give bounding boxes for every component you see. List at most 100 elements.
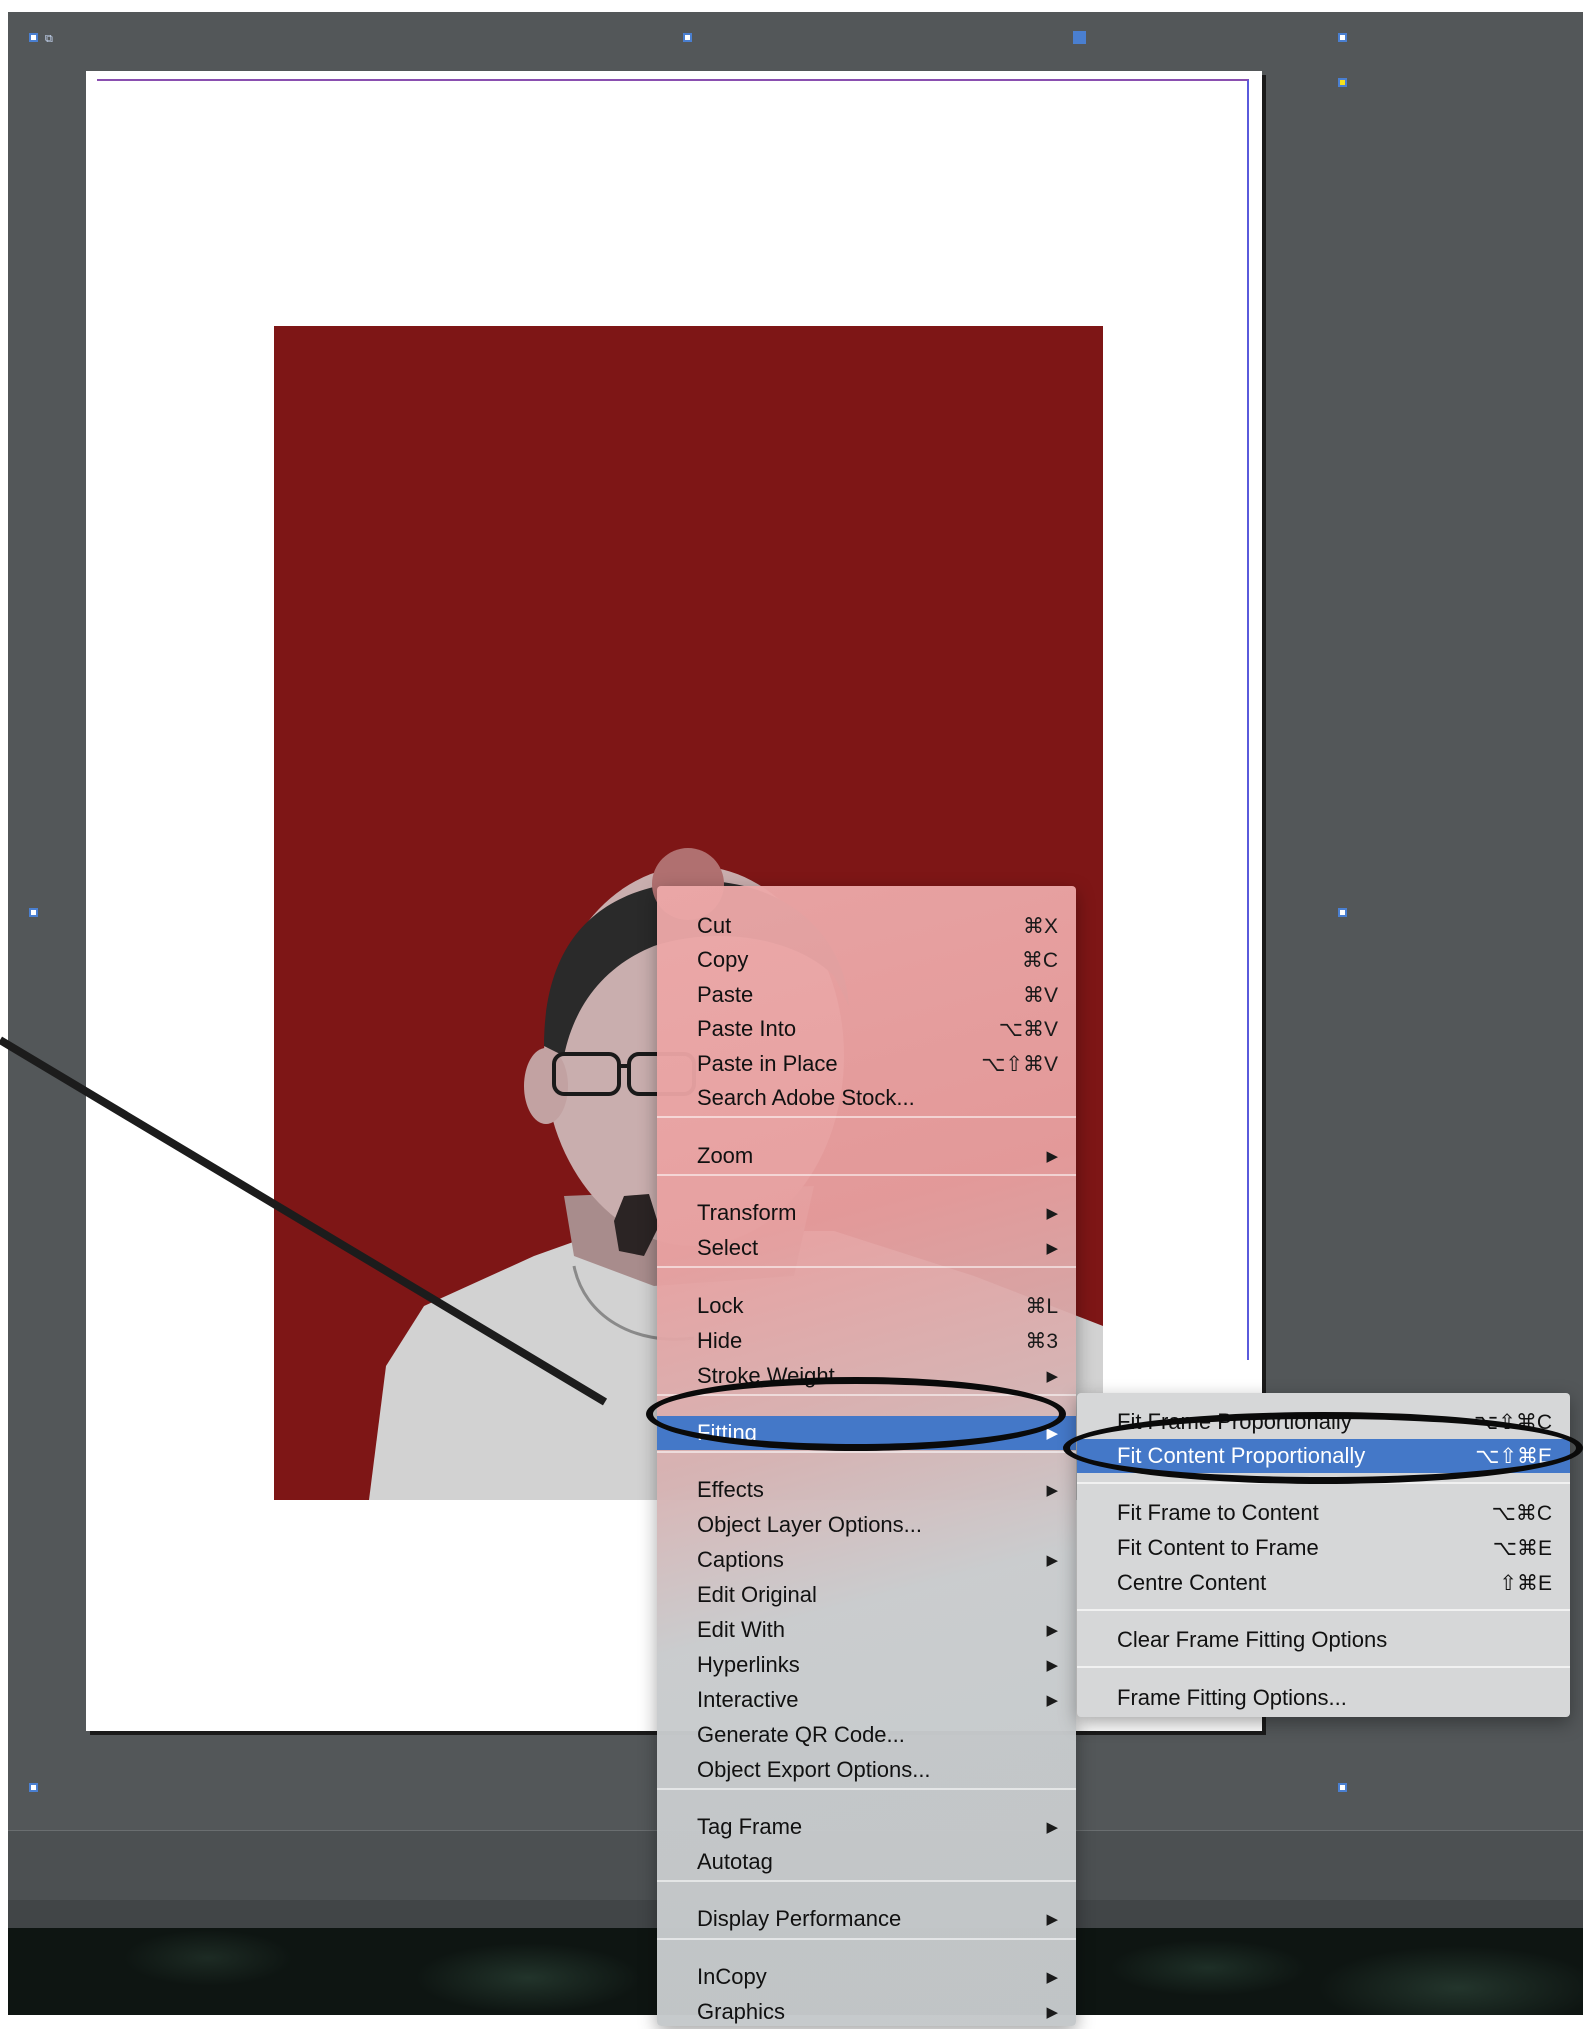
submenu-arrow-icon: ▶: [1046, 1692, 1058, 1709]
corner-options-handle[interactable]: [1338, 78, 1347, 87]
menu-item-label: Edit Original: [697, 1582, 817, 1607]
menu-separator: [657, 1938, 1076, 1940]
shortcut-label: ⌥⌘E: [1492, 1536, 1552, 1560]
frame-handle-bottom-left[interactable]: [29, 1783, 38, 1792]
menu-item-label: Transform: [697, 1200, 797, 1225]
shortcut-label: ⌘L: [1025, 1294, 1058, 1318]
menu-separator: [657, 1451, 1076, 1453]
menu-item-captions[interactable]: Captions ▶: [657, 1543, 1076, 1577]
submenu-item-fit-content-to-frame[interactable]: Fit Content to Frame ⌥⌘E: [1077, 1531, 1570, 1565]
submenu-arrow-icon: ▶: [1046, 1368, 1058, 1385]
submenu-item-fit-frame-to-content[interactable]: Fit Frame to Content ⌥⌘C: [1077, 1496, 1570, 1530]
submenu-item-centre-content[interactable]: Centre Content ⇧⌘E: [1077, 1566, 1570, 1600]
menu-item-tag-frame[interactable]: Tag Frame ▶: [657, 1810, 1076, 1844]
submenu-item-label: Fit Frame Proportionally: [1117, 1409, 1352, 1434]
menu-item-hide[interactable]: Hide ⌘3: [657, 1324, 1076, 1358]
menu-item-display-performance[interactable]: Display Performance ▶: [657, 1902, 1076, 1936]
menu-item-label: Object Layer Options...: [697, 1512, 922, 1537]
submenu-arrow-icon: ▶: [1046, 1148, 1058, 1165]
menu-item-fitting[interactable]: Fitting ▶: [657, 1416, 1076, 1450]
frame-handle-middle-left[interactable]: [29, 908, 38, 917]
menu-separator: [1077, 1609, 1570, 1611]
submenu-arrow-icon: ▶: [1046, 2004, 1058, 2021]
menu-item-lock[interactable]: Lock ⌘L: [657, 1289, 1076, 1323]
menu-item-hyperlinks[interactable]: Hyperlinks ▶: [657, 1648, 1076, 1682]
submenu-item-fit-frame-proportionally[interactable]: Fit Frame Proportionally ⌥⇧⌘C: [1077, 1405, 1570, 1439]
menu-item-label: Copy: [697, 947, 749, 972]
menu-item-label: Cut: [697, 913, 732, 938]
submenu-item-label: Fit Frame to Content: [1117, 1500, 1319, 1525]
menu-item-object-layer-options[interactable]: Object Layer Options...: [657, 1508, 1076, 1542]
submenu-arrow-icon: ▶: [1046, 1240, 1058, 1257]
menu-item-label: Zoom: [697, 1143, 754, 1168]
menu-item-label: Paste in Place: [697, 1051, 838, 1076]
submenu-item-label: Centre Content: [1117, 1570, 1267, 1595]
submenu-arrow-icon: ▶: [1046, 1657, 1058, 1674]
frame-handle-bottom-right[interactable]: [1338, 1783, 1347, 1792]
submenu-arrow-icon: ▶: [1046, 1482, 1058, 1499]
menu-item-stroke-weight[interactable]: Stroke Weight ▶: [657, 1359, 1076, 1393]
menu-item-edit-original[interactable]: Edit Original: [657, 1578, 1076, 1612]
menu-item-label: Edit With: [697, 1617, 786, 1642]
shortcut-label: ⌘C: [1021, 948, 1058, 972]
frame-handle-top-center[interactable]: [683, 33, 692, 42]
submenu-item-frame-fitting-options[interactable]: Frame Fitting Options...: [1077, 1681, 1570, 1715]
menu-item-label: Fitting: [697, 1420, 757, 1445]
shortcut-label: ⌥⇧⌘C: [1474, 1410, 1552, 1434]
menu-item-label: Hide: [697, 1328, 743, 1353]
menu-item-select[interactable]: Select ▶: [657, 1231, 1076, 1265]
menu-item-label: Stroke Weight: [697, 1363, 835, 1388]
submenu-arrow-icon: ▶: [1046, 1205, 1058, 1222]
menu-item-generate-qr-code[interactable]: Generate QR Code...: [657, 1718, 1076, 1752]
menu-separator: [1077, 1482, 1570, 1484]
menu-separator: [657, 1266, 1076, 1268]
submenu-item-clear-frame-fitting-options[interactable]: Clear Frame Fitting Options: [1077, 1623, 1570, 1657]
menu-item-paste-in-place[interactable]: Paste in Place ⌥⇧⌘V: [657, 1047, 1076, 1081]
menu-item-paste[interactable]: Paste ⌘V: [657, 978, 1076, 1012]
menu-item-label: Generate QR Code...: [697, 1722, 905, 1747]
submenu-arrow-icon: ▶: [1046, 1425, 1058, 1442]
shortcut-label: ⌘V: [1022, 983, 1058, 1007]
shortcut-label: ⌥⇧⌘V: [981, 1052, 1058, 1076]
menu-separator: [657, 1880, 1076, 1882]
menu-item-label: Tag Frame: [697, 1814, 803, 1839]
menu-item-graphics[interactable]: Graphics ▶: [657, 1995, 1076, 2029]
menu-item-effects[interactable]: Effects ▶: [657, 1473, 1076, 1507]
menu-item-copy[interactable]: Copy ⌘C: [657, 943, 1076, 977]
submenu-item-label: Fit Content to Frame: [1117, 1535, 1319, 1560]
menu-item-paste-into[interactable]: Paste Into ⌥⌘V: [657, 1012, 1076, 1046]
submenu-item-label: Frame Fitting Options...: [1117, 1685, 1347, 1710]
shortcut-label: ⇧⌘E: [1499, 1571, 1552, 1595]
content-grabber-handle[interactable]: [1073, 31, 1086, 44]
menu-item-label: Object Export Options...: [697, 1757, 931, 1782]
menu-item-label: Paste: [697, 982, 754, 1007]
menu-item-label: Hyperlinks: [697, 1652, 800, 1677]
menu-separator: [657, 1116, 1076, 1118]
menu-separator: [1077, 1666, 1570, 1668]
context-menu: Cut ⌘X Copy ⌘C Paste ⌘V Paste Into ⌥⌘V Paste in …: [657, 886, 1076, 2026]
menu-item-transform[interactable]: Transform ▶: [657, 1196, 1076, 1230]
menu-item-label: Search Adobe Stock...: [697, 1085, 915, 1110]
submenu-arrow-icon: ▶: [1046, 1622, 1058, 1639]
submenu-item-label: Clear Frame Fitting Options: [1117, 1627, 1388, 1652]
submenu-arrow-icon: ▶: [1046, 1911, 1058, 1928]
menu-separator: [657, 1788, 1076, 1790]
menu-item-label: Lock: [697, 1293, 744, 1318]
menu-item-zoom[interactable]: Zoom ▶: [657, 1139, 1076, 1173]
frame-handle-top-right[interactable]: [1338, 33, 1347, 42]
menu-item-label: Effects: [697, 1477, 764, 1502]
menu-item-search-adobe-stock[interactable]: Search Adobe Stock...: [657, 1081, 1076, 1115]
menu-item-label: Interactive: [697, 1687, 799, 1712]
menu-item-interactive[interactable]: Interactive ▶: [657, 1683, 1076, 1717]
submenu-item-fit-content-proportionally[interactable]: Fit Content Proportionally ⌥⇧⌘E: [1077, 1439, 1570, 1473]
menu-item-edit-with[interactable]: Edit With ▶: [657, 1613, 1076, 1647]
menu-item-object-export-options[interactable]: Object Export Options...: [657, 1753, 1076, 1787]
menu-item-cut[interactable]: Cut ⌘X: [657, 909, 1076, 943]
menu-item-incopy[interactable]: InCopy ▶: [657, 1960, 1076, 1994]
frame-handle-middle-right[interactable]: [1338, 908, 1347, 917]
shortcut-label: ⌥⌘C: [1491, 1501, 1552, 1525]
menu-item-label: InCopy: [697, 1964, 767, 1989]
frame-handle-top-left[interactable]: [29, 33, 38, 42]
menu-item-label: Select: [697, 1235, 759, 1260]
menu-item-autotag[interactable]: Autotag: [657, 1845, 1076, 1879]
